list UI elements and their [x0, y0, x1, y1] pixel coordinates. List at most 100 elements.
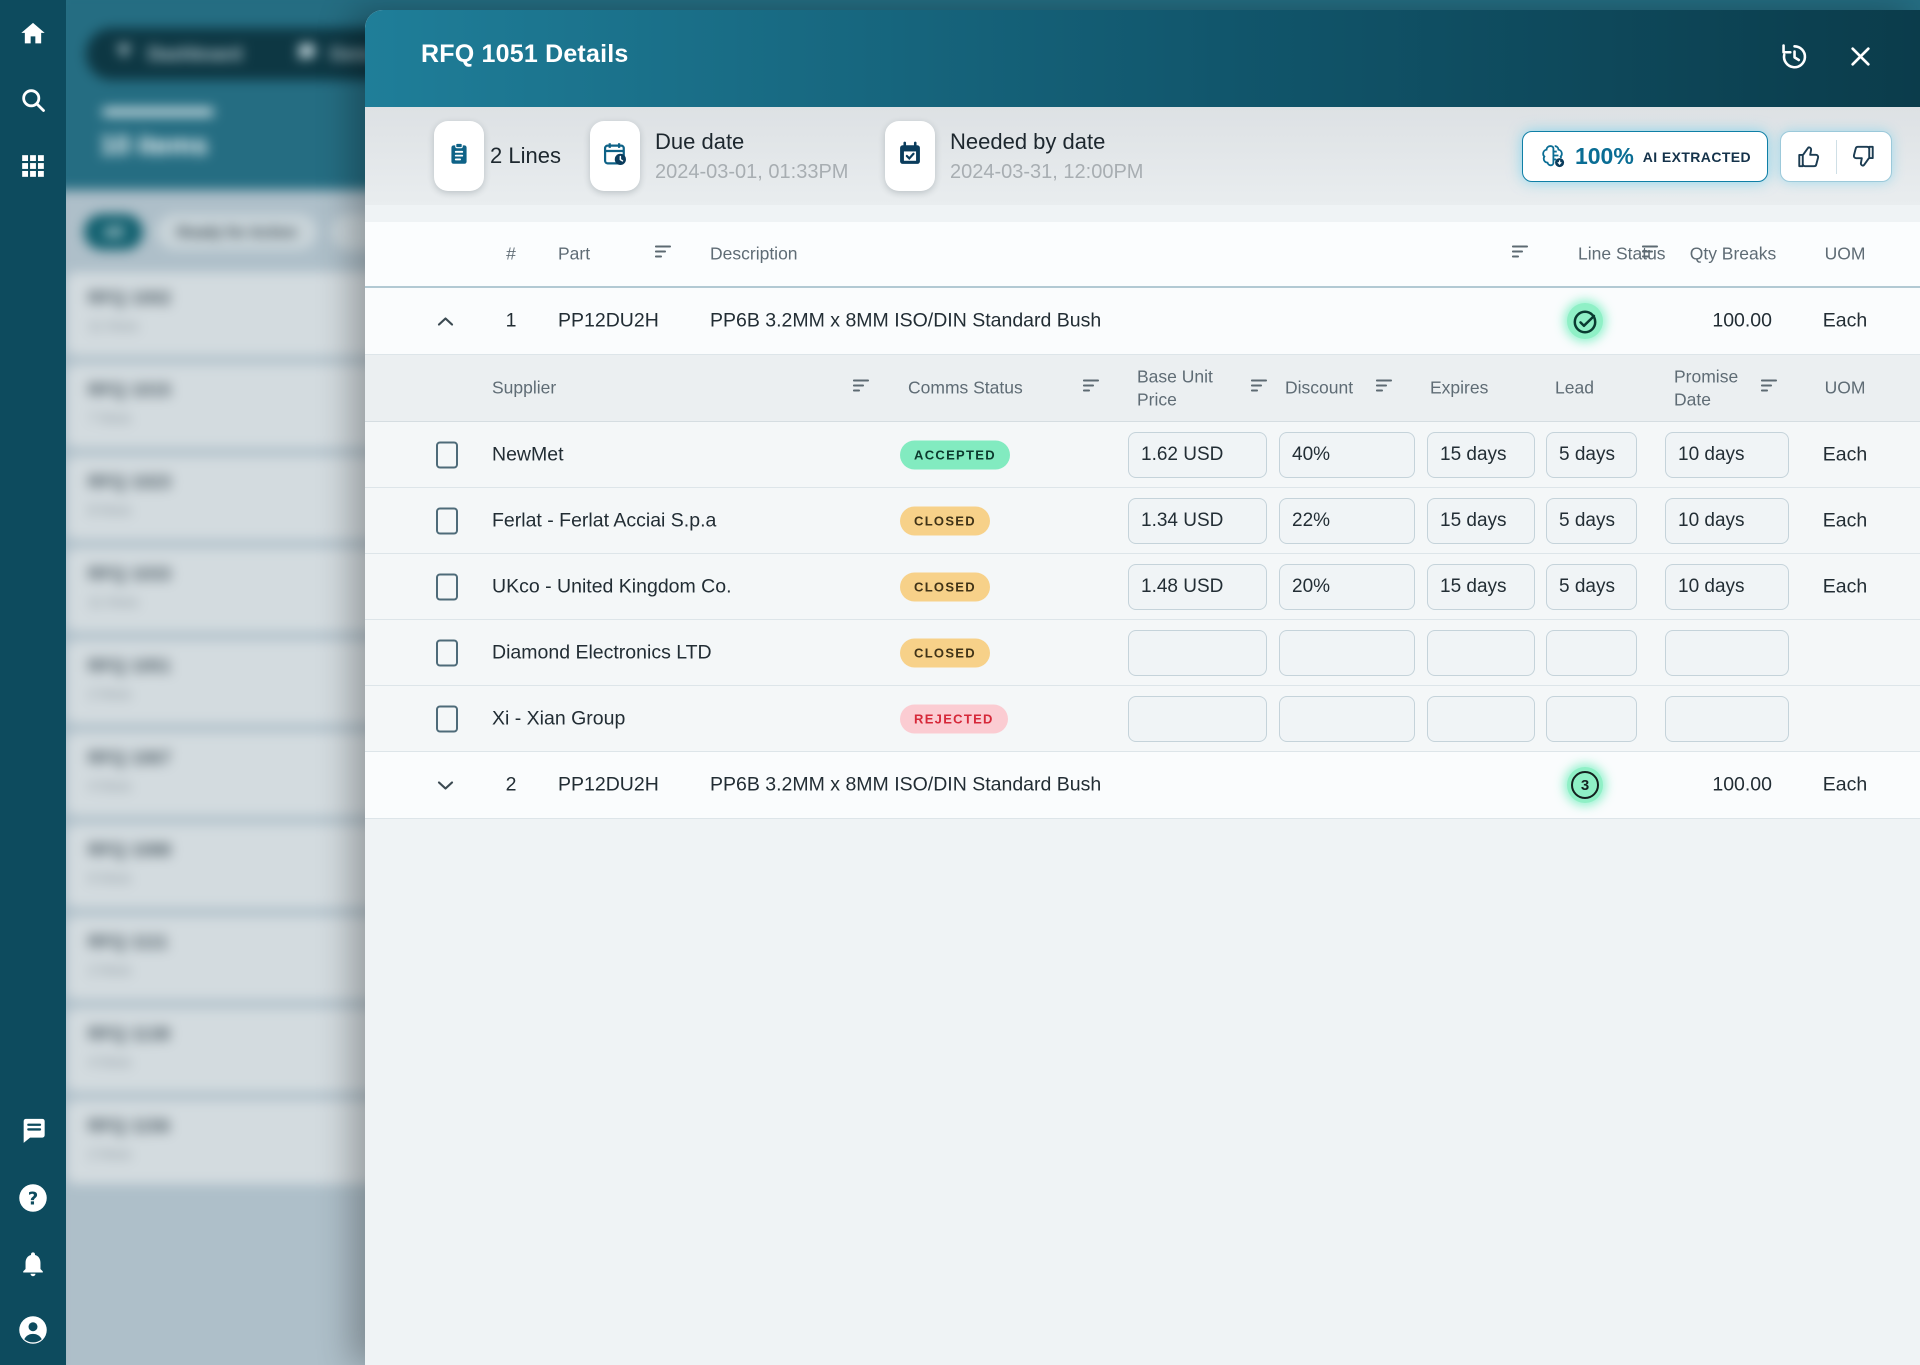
line-number: 2 — [501, 774, 521, 797]
supplier-checkbox[interactable] — [436, 573, 458, 600]
rfq-card: RFQ 10512 lines — [66, 640, 396, 724]
bell-icon[interactable] — [18, 1249, 48, 1279]
status-badge: CLOSED — [900, 638, 990, 667]
promise-date-input[interactable] — [1665, 564, 1789, 610]
promise-date-input[interactable] — [1665, 630, 1789, 676]
clipboard-icon — [446, 141, 472, 172]
line-uom: Each — [1805, 310, 1885, 333]
supplier-row: UKco - United Kingdom Co. CLOSED Each — [365, 554, 1920, 620]
discount-input[interactable] — [1279, 498, 1415, 544]
col-base-unit-price: Base Unit Price — [1137, 365, 1247, 411]
supplier-row: Diamond Electronics LTD CLOSED — [365, 620, 1920, 686]
sort-icon[interactable] — [655, 244, 672, 264]
sort-icon[interactable] — [853, 378, 870, 398]
rfq-card: RFQ 10238 lines — [66, 456, 396, 540]
sort-icon[interactable] — [1761, 378, 1778, 398]
due-date-card — [590, 121, 640, 191]
rfq-details-panel: RFQ 1051 Details 2 Lines Due date — [365, 10, 1920, 1365]
discount-input[interactable] — [1279, 432, 1415, 478]
calendar-check-icon — [896, 140, 924, 173]
rfq-card: RFQ 10886 lines — [66, 824, 396, 908]
supplier-name: Xi - Xian Group — [492, 707, 625, 730]
lead-input[interactable] — [1546, 564, 1637, 610]
needed-by-value: 2024-03-31, 12:00PM — [950, 161, 1143, 184]
supplier-name: UKco - United Kingdom Co. — [492, 575, 732, 598]
lines-count: 2 Lines — [490, 143, 561, 169]
lead-input[interactable] — [1546, 498, 1637, 544]
promise-date-input[interactable] — [1665, 696, 1789, 742]
base-unit-price-input[interactable] — [1128, 564, 1267, 610]
sort-icon[interactable] — [1642, 244, 1659, 264]
supplier-uom: Each — [1805, 575, 1885, 598]
home-icon[interactable] — [18, 19, 48, 49]
tab-dashboard: Dashboard — [148, 44, 242, 65]
rfq-card: RFQ 11112 lines — [66, 916, 396, 1000]
col-description: Description — [710, 243, 798, 266]
supplier-row: Ferlat - Ferlat Acciai S.p.a CLOSED Each — [365, 488, 1920, 554]
account-icon[interactable] — [18, 1315, 48, 1345]
apps-grid-icon[interactable] — [18, 151, 48, 181]
base-unit-price-input[interactable] — [1128, 630, 1267, 676]
chat-icon[interactable] — [18, 1115, 48, 1145]
supplier-checkbox[interactable] — [436, 639, 458, 666]
expires-input[interactable] — [1427, 630, 1535, 676]
discount-input[interactable] — [1279, 696, 1415, 742]
expand-chevron-icon[interactable] — [429, 769, 461, 801]
lead-input[interactable] — [1546, 630, 1637, 676]
ai-extracted-button[interactable]: 100% AI EXTRACTED — [1522, 131, 1768, 182]
app-window: Dashboard Gene 10 items All Ready for Ac… — [0, 0, 1920, 1365]
base-unit-price-input[interactable] — [1128, 696, 1267, 742]
sort-icon[interactable] — [1083, 378, 1100, 398]
ai-percent: 100% — [1575, 143, 1634, 170]
chat-tab-icon — [296, 42, 316, 67]
sort-icon[interactable] — [1376, 378, 1393, 398]
discount-input[interactable] — [1279, 630, 1415, 676]
search-icon[interactable] — [18, 85, 48, 115]
nav-rail: ? — [0, 0, 66, 1365]
svg-text:?: ? — [28, 1188, 39, 1209]
supplier-header-row: Supplier Comms Status Base Unit Price Di… — [365, 355, 1920, 422]
line-qty-breaks: 100.00 — [1672, 310, 1772, 333]
line-status-check-icon — [1567, 303, 1605, 339]
close-icon[interactable] — [1842, 38, 1878, 74]
lead-input[interactable] — [1546, 432, 1637, 478]
line-uom: Each — [1805, 774, 1885, 797]
needed-by-label: Needed by date — [950, 129, 1143, 155]
sort-icon[interactable] — [1251, 378, 1268, 398]
discount-input[interactable] — [1279, 564, 1415, 610]
line-qty-breaks: 100.00 — [1672, 774, 1772, 797]
collapse-chevron-icon[interactable] — [429, 305, 461, 337]
line-part: PP12DU2H — [558, 774, 659, 797]
expires-input[interactable] — [1427, 498, 1535, 544]
thumbs-down-icon[interactable] — [1837, 132, 1892, 181]
status-badge: ACCEPTED — [900, 440, 1010, 469]
col-supplier: Supplier — [492, 377, 556, 400]
expires-input[interactable] — [1427, 432, 1535, 478]
promise-date-input[interactable] — [1665, 432, 1789, 478]
history-icon[interactable] — [1775, 38, 1811, 74]
line-description: PP6B 3.2MM x 8MM ISO/DIN Standard Bush — [710, 774, 1101, 797]
expires-input[interactable] — [1427, 696, 1535, 742]
col-lead: Lead — [1555, 377, 1594, 400]
panel-header: RFQ 1051 Details — [365, 10, 1920, 107]
lead-input[interactable] — [1546, 696, 1637, 742]
items-count: 10 items — [100, 130, 208, 161]
expires-input[interactable] — [1427, 564, 1535, 610]
line-row-1: 1 PP12DU2H PP6B 3.2MM x 8MM ISO/DIN Stan… — [365, 288, 1920, 355]
supplier-name: Diamond Electronics LTD — [492, 641, 712, 664]
supplier-name: Ferlat - Ferlat Acciai S.p.a — [492, 509, 716, 532]
thumbs-up-icon[interactable] — [1781, 132, 1836, 181]
supplier-checkbox[interactable] — [436, 705, 458, 732]
supplier-checkbox[interactable] — [436, 441, 458, 468]
sort-icon[interactable] — [1512, 244, 1529, 264]
background-section-label — [102, 108, 214, 116]
line-part: PP12DU2H — [558, 310, 659, 333]
base-unit-price-input[interactable] — [1128, 498, 1267, 544]
help-icon[interactable]: ? — [18, 1183, 48, 1213]
rfq-card: RFQ 10157 lines — [66, 364, 396, 448]
promise-date-input[interactable] — [1665, 498, 1789, 544]
col-expires: Expires — [1430, 377, 1488, 400]
base-unit-price-input[interactable] — [1128, 432, 1267, 478]
supplier-checkbox[interactable] — [436, 507, 458, 534]
info-bar: 2 Lines Due date 2024-03-01, 01:33PM Nee… — [365, 107, 1920, 205]
